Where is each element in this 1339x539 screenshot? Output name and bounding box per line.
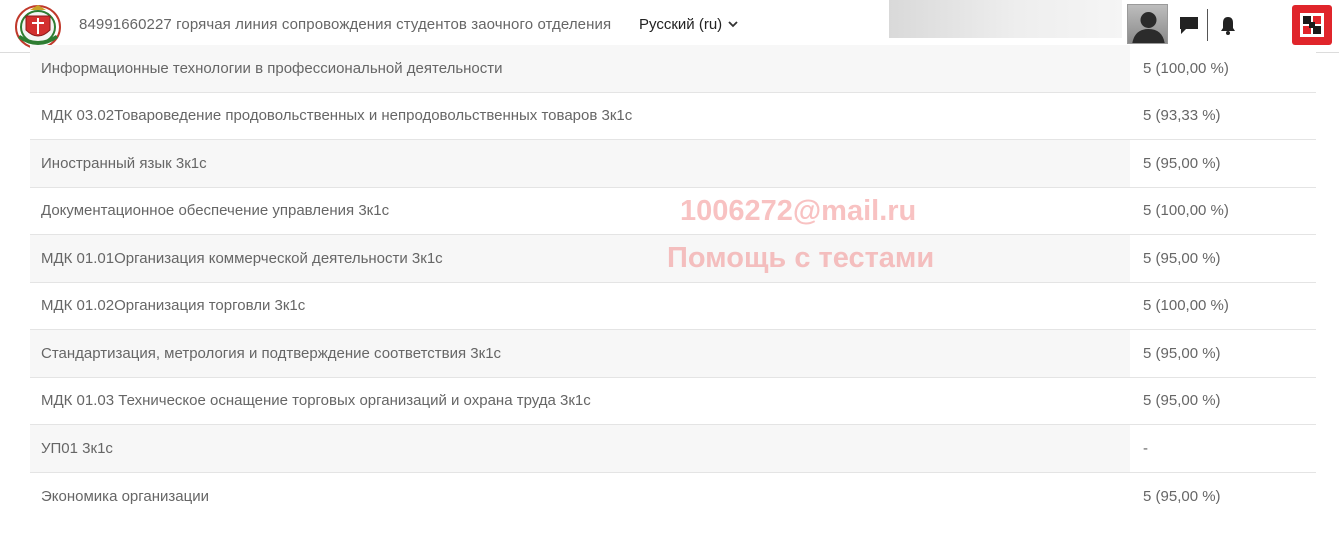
- grades-overview-table: Информационные технологии в профессионал…: [30, 45, 1316, 520]
- app-launcher-button[interactable]: [1292, 5, 1332, 45]
- course-name-link[interactable]: Иностранный язык 3к1с: [30, 140, 1130, 187]
- avatar-silhouette-icon: [1132, 12, 1165, 43]
- course-grade: 5 (93,33 %): [1143, 107, 1221, 125]
- notifications-bell-icon[interactable]: [1217, 14, 1239, 36]
- table-row: Иностранный язык 3к1с 5 (95,00 %): [30, 140, 1316, 188]
- navbar-divider: [1207, 9, 1208, 41]
- course-name-link[interactable]: Стандартизация, метрология и подтвержден…: [30, 330, 1130, 377]
- course-name-link[interactable]: МДК 01.03 Техническое оснащение торговых…: [30, 378, 1130, 425]
- user-avatar[interactable]: [1127, 4, 1168, 44]
- table-row: Экономика организации 5 (95,00 %): [30, 473, 1316, 521]
- table-row: Информационные технологии в профессионал…: [30, 45, 1316, 93]
- course-grade: 5 (100,00 %): [1130, 45, 1316, 92]
- course-name-link[interactable]: МДК 01.02Организация торговли 3к1с: [30, 283, 1130, 330]
- table-row: Документационное обеспечение управления …: [30, 188, 1316, 235]
- table-row: МДК 01.03 Техническое оснащение торговых…: [30, 378, 1316, 425]
- course-grade: 5 (95,00 %): [1143, 487, 1221, 505]
- course-grade: 5 (95,00 %): [1130, 330, 1316, 377]
- language-label: Русский (ru): [639, 16, 723, 33]
- course-grade: 5 (95,00 %): [1143, 392, 1221, 410]
- course-name-link[interactable]: Информационные технологии в профессионал…: [30, 45, 1130, 92]
- course-grade: 5 (100,00 %): [1143, 202, 1229, 220]
- table-row: Стандартизация, метрология и подтвержден…: [30, 330, 1316, 378]
- chevron-down-icon: [728, 21, 738, 28]
- course-grade: -: [1130, 425, 1316, 472]
- table-row: МДК 01.01Организация коммерческой деятел…: [30, 235, 1316, 283]
- app-launcher-icon: [1300, 13, 1324, 37]
- table-row: МДК 01.02Организация торговли 3к1с 5 (10…: [30, 283, 1316, 330]
- course-name-link[interactable]: УП01 3к1с: [30, 425, 1130, 472]
- course-grade: 5 (95,00 %): [1130, 140, 1316, 187]
- course-name-link[interactable]: Экономика организации: [30, 473, 1130, 521]
- course-name-link[interactable]: МДК 03.02Товароведение продовольственных…: [30, 93, 1130, 140]
- course-name-link[interactable]: Документационное обеспечение управления …: [30, 188, 1130, 235]
- hotline-text: 84991660227 горячая линия сопровождения …: [79, 16, 612, 33]
- course-grade: 5 (95,00 %): [1130, 235, 1316, 282]
- course-grade: 5 (100,00 %): [1143, 297, 1229, 315]
- user-name-blurred[interactable]: [889, 0, 1122, 38]
- language-selector[interactable]: Русский (ru): [639, 16, 738, 33]
- college-logo-icon[interactable]: [12, 2, 64, 50]
- course-name-link[interactable]: МДК 01.01Организация коммерческой деятел…: [30, 235, 1130, 282]
- table-row: МДК 03.02Товароведение продовольственных…: [30, 93, 1316, 140]
- table-row: УП01 3к1с -: [30, 425, 1316, 473]
- messages-icon[interactable]: [1178, 14, 1200, 36]
